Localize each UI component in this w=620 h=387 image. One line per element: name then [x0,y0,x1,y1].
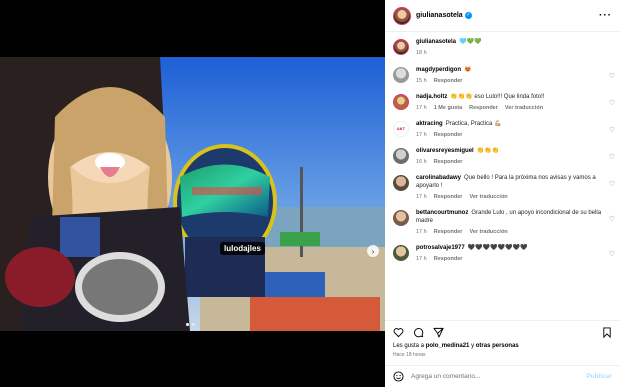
comment-item: magdyperdigon 😻 15 h Responder ♡ [385,66,620,84]
translate-button[interactable]: Ver traducción [505,105,543,111]
caption-avatar[interactable] [393,39,409,55]
comment-time: 17 h [416,256,427,262]
share-send-icon[interactable] [433,327,444,338]
post-details-panel: giulianasotela ✓ ··· giulianasotela 🩵💚💚 1… [385,0,620,387]
comment-user[interactable]: aktracing [416,121,443,127]
ellipsis-icon[interactable]: ··· [599,10,612,21]
translate-button[interactable]: Ver traducción [469,229,507,235]
caption: giulianasotela 🩵💚💚 18 h [385,38,620,56]
comment-time: 15 h [416,78,427,84]
comment-item: nadja.holtz 👏👏👏 eso Lulo!!! Que linda fot… [385,93,620,111]
post-actions: Les gusta a polo_medina21 y otras person… [385,320,620,358]
comments-list: giulianasotela 🩵💚💚 18 h magdyperdigon 😻 15 … [385,32,620,312]
comment-text: 😻 [464,67,472,73]
comment-like-heart-icon[interactable]: ♡ [609,250,615,258]
commenter-avatar[interactable]: AKT [393,121,409,137]
comment-text: Practica, Practica 💪🏼 [445,121,502,127]
comment-time: 17 h [416,132,427,138]
comment-text: 🖤🖤🖤🖤🖤🖤🖤🖤 [467,245,528,251]
commenter-avatar[interactable] [393,148,409,164]
comment-user[interactable]: olivaresreyesmiguel [416,148,474,154]
comment-time: 17 h [416,194,427,200]
author-username[interactable]: giulianasotela [416,12,463,19]
commenter-avatar[interactable] [393,245,409,261]
photo-illustration [0,57,385,331]
comment-like-heart-icon[interactable]: ♡ [609,180,615,188]
reply-button[interactable]: Responder [434,132,463,138]
reply-button[interactable]: Responder [469,105,498,111]
comment-like-heart-icon[interactable]: ♡ [609,215,615,223]
reply-button[interactable]: Responder [434,229,463,235]
add-comment-bar: Publicar [385,365,620,387]
commenter-avatar[interactable] [393,210,409,226]
post-header: giulianasotela ✓ ··· [385,0,620,32]
comment-item: AKT aktracing Practica, Practica 💪🏼 17 h Res… [385,120,620,138]
reply-button[interactable]: Responder [434,78,463,84]
comment-text: 👏👏👏 [476,148,500,154]
commenter-avatar[interactable] [393,175,409,191]
reply-button[interactable]: Responder [434,159,463,165]
comment-like-heart-icon[interactable]: ♡ [609,153,615,161]
post-media: lulodajles › [0,0,385,387]
comment-time: 17 h [416,105,427,111]
likes-mid: y [471,343,475,349]
emoji-icon[interactable] [393,371,404,382]
comment-text: 👏👏👏 eso Lulo!!! Que linda foto!! [450,94,545,100]
caption-time: 18 h [416,50,427,56]
post-photo[interactable]: lulodajles › [0,57,385,331]
verified-badge-icon: ✓ [464,12,472,19]
comment-user[interactable]: magdyperdigon [416,67,461,73]
comment-item: bettancourtmunoz Grande Lulo , un apoyo i… [385,209,620,235]
likes-summary: Les gusta a polo_medina21 y otras person… [393,343,612,349]
like-heart-icon[interactable] [393,327,404,338]
reply-button[interactable]: Responder [434,194,463,200]
chevron-right-icon: › [371,246,375,256]
comment-time: 17 h [416,229,427,235]
comment-like-heart-icon[interactable]: ♡ [609,126,615,134]
comment-like-heart-icon[interactable]: ♡ [609,72,615,80]
caption-text: 🩵💚💚 [459,39,482,45]
comment-item: carolinabadawy Que bello ! Para la próxim… [385,174,620,200]
comment-item: olivaresreyesmiguel 👏👏👏 16 h Responder ♡ [385,147,620,165]
comment-user[interactable]: nadja.holtz [416,94,447,100]
commenter-avatar[interactable] [393,94,409,110]
carousel-dots [186,323,195,326]
likes-user[interactable]: polo_medina21 [426,343,470,349]
comment-icon[interactable] [413,327,424,338]
caption-user[interactable]: giulianasotela [416,39,456,45]
author-avatar[interactable] [393,6,411,25]
comment-like-heart-icon[interactable]: ♡ [609,99,615,107]
likes-others[interactable]: otras personas [476,343,519,349]
publish-button[interactable]: Publicar [586,373,612,380]
bookmark-icon[interactable] [602,327,612,338]
translate-button[interactable]: Ver traducción [469,194,507,200]
reply-button[interactable]: Responder [434,256,463,262]
comment-user[interactable]: carolinabadawy [416,175,461,181]
comment-item: potrosalvaje1977 🖤🖤🖤🖤🖤🖤🖤🖤 17 h Responder ♡ [385,244,620,262]
next-photo-button[interactable]: › [367,245,379,257]
user-tag-label[interactable]: lulodajles [220,242,265,255]
comment-user[interactable]: potrosalvaje1977 [416,245,465,251]
commenter-avatar[interactable] [393,67,409,83]
comment-input[interactable] [411,373,587,380]
comment-time: 16 h [416,159,427,165]
comment-user[interactable]: bettancourtmunoz [416,210,468,216]
comment-likes[interactable]: 1 Me gusta [434,105,462,111]
post-time-ago: Hace 18 horas [393,352,426,358]
likes-prefix: Les gusta a [393,343,425,349]
